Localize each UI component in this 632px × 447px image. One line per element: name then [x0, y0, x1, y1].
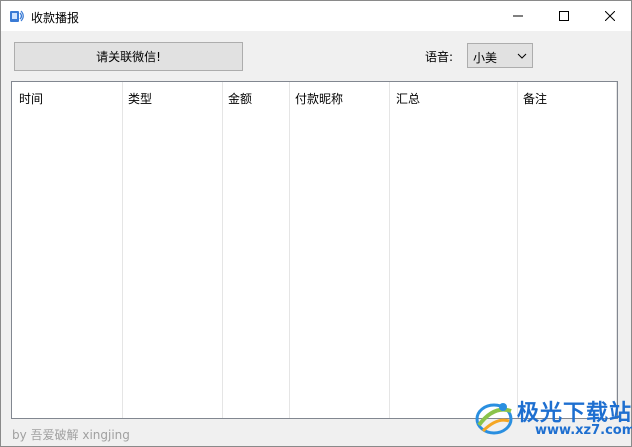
column-separator[interactable] [616, 82, 617, 418]
minimize-button[interactable] [495, 1, 541, 31]
voice-select[interactable]: 小美 [467, 43, 533, 68]
close-button[interactable] [587, 1, 632, 31]
chevron-down-icon [517, 53, 527, 59]
column-separator[interactable] [517, 82, 518, 418]
payments-list[interactable]: 时间 类型 金额 付款昵称 汇总 备注 [11, 81, 618, 419]
column-separator[interactable] [122, 82, 123, 418]
app-window: 收款播报 请关联微信! 语音: 小美 时间 类型 金额 付款昵称 汇总 备注 b… [0, 0, 632, 447]
window-title: 收款播报 [31, 11, 80, 25]
minimize-icon [513, 15, 523, 17]
speaker-icon [9, 8, 25, 24]
maximize-icon [559, 11, 569, 21]
aurora-logo-icon [475, 403, 513, 435]
title-bar[interactable]: 收款播报 [1, 1, 631, 31]
column-header-amount[interactable]: 金额 [228, 90, 252, 107]
credit-text: by 吾爱破解 xingjing [12, 428, 130, 442]
column-separator[interactable] [289, 82, 290, 418]
maximize-button[interactable] [541, 1, 587, 31]
watermark: 极光下载站 www.xz7.com [473, 393, 632, 443]
column-header-payer-nickname[interactable]: 付款昵称 [295, 90, 343, 107]
watermark-url: www.xz7.com [535, 423, 632, 438]
column-header-time[interactable]: 时间 [19, 90, 43, 107]
column-header-type[interactable]: 类型 [128, 90, 152, 107]
column-header-remark[interactable]: 备注 [523, 90, 547, 107]
voice-label: 语音: [425, 50, 454, 64]
column-header-summary[interactable]: 汇总 [396, 90, 420, 107]
column-separator[interactable] [222, 82, 223, 418]
column-separator[interactable] [389, 82, 390, 418]
follow-wechat-button[interactable]: 请关联微信! [14, 42, 243, 71]
close-icon [605, 11, 615, 21]
voice-selected-value: 小美 [473, 51, 498, 65]
